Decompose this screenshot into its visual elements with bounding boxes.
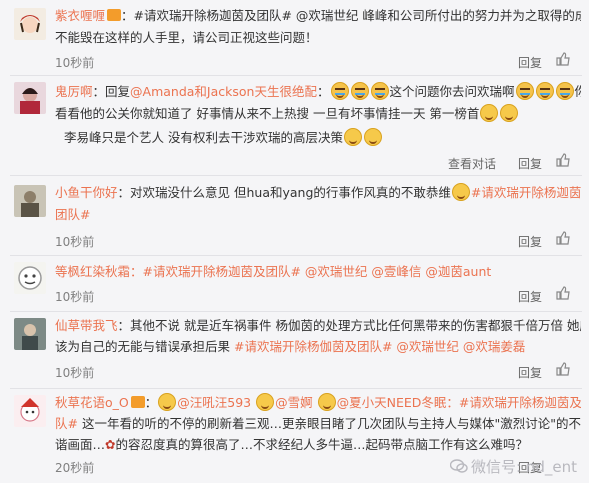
smirk-emoji-icon [363,128,382,146]
username[interactable]: 等枫红染秋霜 [55,264,130,279]
timestamp: 10秒前 [55,235,95,249]
crying-emoji-icon [555,82,574,100]
member-badge-icon [107,9,122,21]
comment-item: 仙草带我飞：其他不说 就是近车祸事件 杨伽茵的处理方式比任何黑带来的伤害都狠千倍… [0,312,589,389]
comment-text: ： [316,84,330,99]
thumbs-up-icon[interactable] [556,52,570,69]
comment-text: ： [144,395,158,410]
comment-text: 的容忍度真的算很高了…不求经纪人多牛逼…起码带点脑工作有这么难吗？ [115,437,529,452]
reply-button[interactable]: 回复 [518,288,542,305]
thumbs-up-icon[interactable] [556,153,570,170]
watermark: 微信号: nd_ent [449,456,577,477]
smile-emoji-icon [158,393,177,411]
timestamp: 10秒前 [55,290,95,304]
smirk-emoji-icon [500,104,519,122]
topic-link[interactable]: 团队# [55,207,90,222]
avatar[interactable] [14,395,46,427]
wechat-icon [449,459,468,473]
smile-emoji-icon [256,393,275,411]
username[interactable]: 紫衣喱喱 [55,8,105,23]
username[interactable]: 仙草带我飞 [55,318,118,333]
reply-button[interactable]: 回复 [518,233,542,250]
comment-text: 这一年看的听的不停的刷新着三观…更亲眼目睹了几次团队与主持人与媒体"激烈讨论"的… [81,416,581,431]
timestamp: 10秒前 [55,366,95,380]
comment-text: ：其他不说 就是近车祸事件 杨伽茵的处理方式比任何黑带来的伤害都狠千倍万倍 她应 [117,318,581,333]
comment-text: 不能毁在这样的人手里，请公司正视这些问题！ [55,30,318,45]
username[interactable]: 鬼厉啊 [55,84,93,99]
thumbs-up-icon[interactable] [556,231,570,248]
reply-button[interactable]: 回复 [518,54,542,71]
comment-text: ：#请欢瑞开除杨迦茵及团队# @欢瑞世纪 @壹峰信 @迦茵aunt [130,264,492,279]
comment-text: ：回复 [92,84,131,99]
avatar[interactable] [14,82,46,114]
candle-emoji-icon: ✿ [105,437,116,452]
mention-link[interactable]: @Amanda和Jackson天生很绝配 [130,84,317,99]
reply-button[interactable]: 回复 [518,364,542,381]
topic-link[interactable]: ：#请欢瑞开除杨迦茵及团 [446,395,581,410]
smirk-emoji-icon [480,104,499,122]
username[interactable]: 小鱼干你好 [55,185,118,200]
watermark-text: 微信号: nd_ent [471,458,577,476]
topic-link[interactable]: #请欢瑞开除杨迦茵及 [471,185,581,200]
mention-link[interactable]: @雪婀 [275,395,313,410]
crying-emoji-icon [515,82,534,100]
divider [10,175,582,176]
topic-link[interactable]: 队# [55,416,82,431]
comment-text: 你 [574,84,581,99]
crying-emoji-icon [330,82,349,100]
timestamp: 20秒前 [55,461,95,475]
view-conversation-button[interactable]: 查看对话 [448,155,496,172]
thumbs-up-icon[interactable] [556,286,570,303]
comment-text: 谐画面… [55,437,106,452]
avatar[interactable] [14,185,46,217]
comment-item: 鬼厉啊：回复@Amanda和Jackson天生很绝配： 这个问题你去问欢瑞啊 你 看… [0,76,589,176]
comment-text: 李易峰只是个艺人 没有权利去干涉欢瑞的高层决策 [64,130,343,145]
avatar[interactable] [14,8,46,40]
comment-text: 这个问题你去问欢瑞啊 [389,84,515,99]
timestamp: 10秒前 [55,56,95,70]
member-badge-icon [130,396,145,408]
comment-item: 等枫红染秋霜：#请欢瑞开除杨迦茵及团队# @欢瑞世纪 @壹峰信 @迦茵aunt … [0,256,589,312]
comment-text: ：对欢瑞没什么意见 但hua和yang的行事作风真的不敢恭维 [117,185,451,200]
comment-list: 紫衣喱喱 ：#请欢瑞开除杨迦茵及团队# @欢瑞世纪 峰峰和公司所付出的努力并为之取… [0,0,589,483]
crying-emoji-icon [535,82,554,100]
smirk-emoji-icon [451,183,470,201]
mention-link[interactable]: @汪吼汪593 [177,395,251,410]
topic-link[interactable]: #请欢瑞开除杨伽茵及团队# @欢瑞世纪 @欢瑞姜磊 [234,339,525,354]
avatar[interactable] [14,318,46,350]
comment-text: 看看他的公关你就知道了 好事情从来不上热搜 一旦有坏事情挂一天 第一榜首 [55,106,480,121]
crying-emoji-icon [370,82,389,100]
comment-text: 该为自己的无能与错误承担后果 [55,339,234,354]
reply-button[interactable]: 回复 [518,155,542,172]
mention-link[interactable]: @夏小天NEED冬眠 [337,395,447,410]
smirk-emoji-icon [343,128,362,146]
avatar[interactable] [14,262,46,294]
comment-text: ：#请欢瑞开除杨迦茵及团队# @欢瑞世纪 峰峰和公司所付出的努力并为之取得的成绩 [121,8,581,23]
thumbs-up-icon[interactable] [556,362,570,379]
smile-emoji-icon [317,393,336,411]
username[interactable]: 秋草花语o_O [55,395,129,410]
comment-item: 小鱼干你好：对欢瑞没什么意见 但hua和yang的行事作风真的不敢恭维 #请欢瑞开… [0,177,589,256]
crying-emoji-icon [350,82,369,100]
comment-item: 紫衣喱喱 ：#请欢瑞开除杨迦茵及团队# @欢瑞世纪 峰峰和公司所付出的努力并为之取… [0,0,589,76]
